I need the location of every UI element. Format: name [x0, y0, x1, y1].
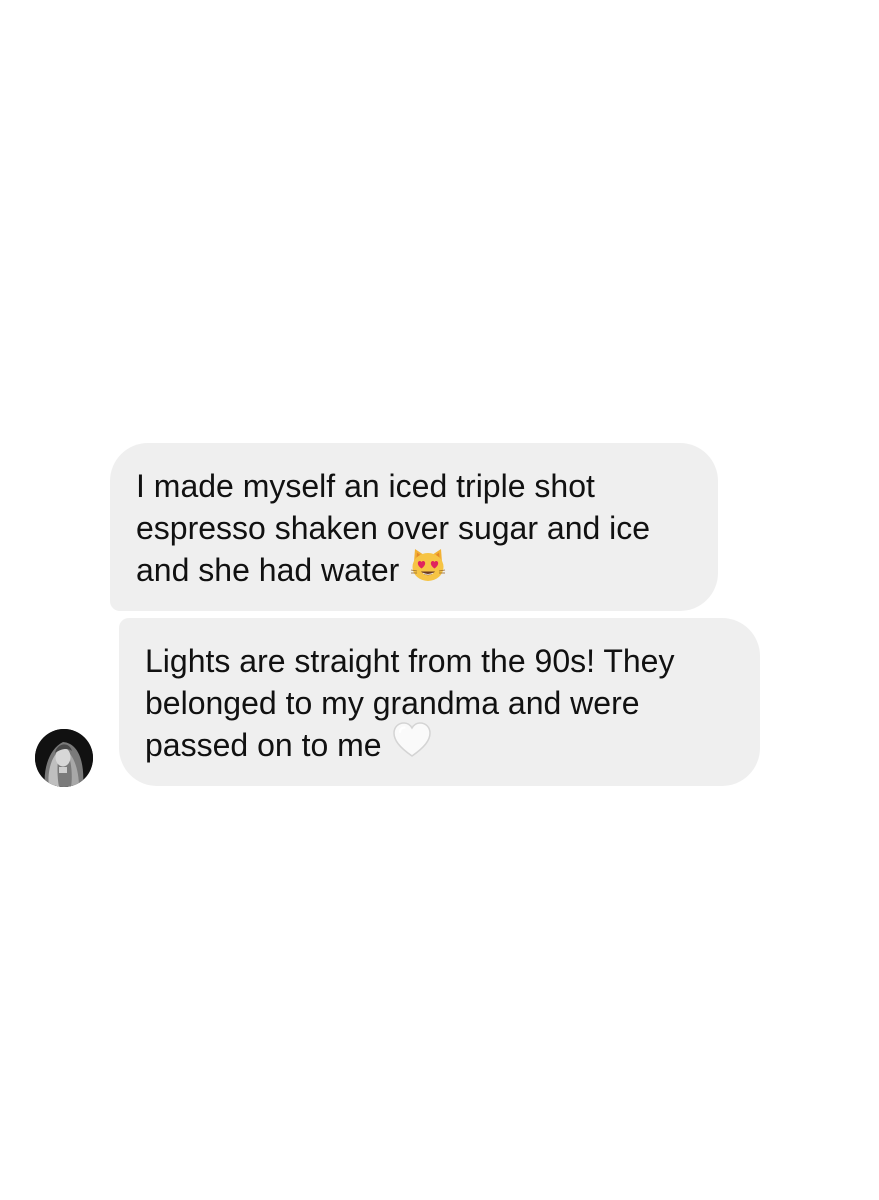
message-line-text: and she had water: [136, 552, 400, 588]
message-line-text: passed on to me: [145, 727, 382, 763]
message-line-last: passed on to me: [145, 721, 734, 769]
message-line: belonged to my grandma and were: [145, 685, 640, 721]
message-line: Lights are straight from the 90s! They: [145, 643, 675, 679]
message-line-last: and she had water: [136, 546, 692, 594]
white-heart-icon: [392, 721, 432, 769]
message-line: espresso shaken over sugar and ice: [136, 510, 651, 546]
message-bubble[interactable]: I made myself an iced triple shot espres…: [110, 443, 718, 611]
message-line: I made myself an iced triple shot: [136, 468, 595, 504]
avatar[interactable]: [35, 729, 93, 787]
avatar-photo: [35, 729, 93, 787]
smiling-cat-heart-eyes-icon: [409, 546, 447, 594]
message-bubble[interactable]: Lights are straight from the 90s! They b…: [119, 618, 760, 786]
